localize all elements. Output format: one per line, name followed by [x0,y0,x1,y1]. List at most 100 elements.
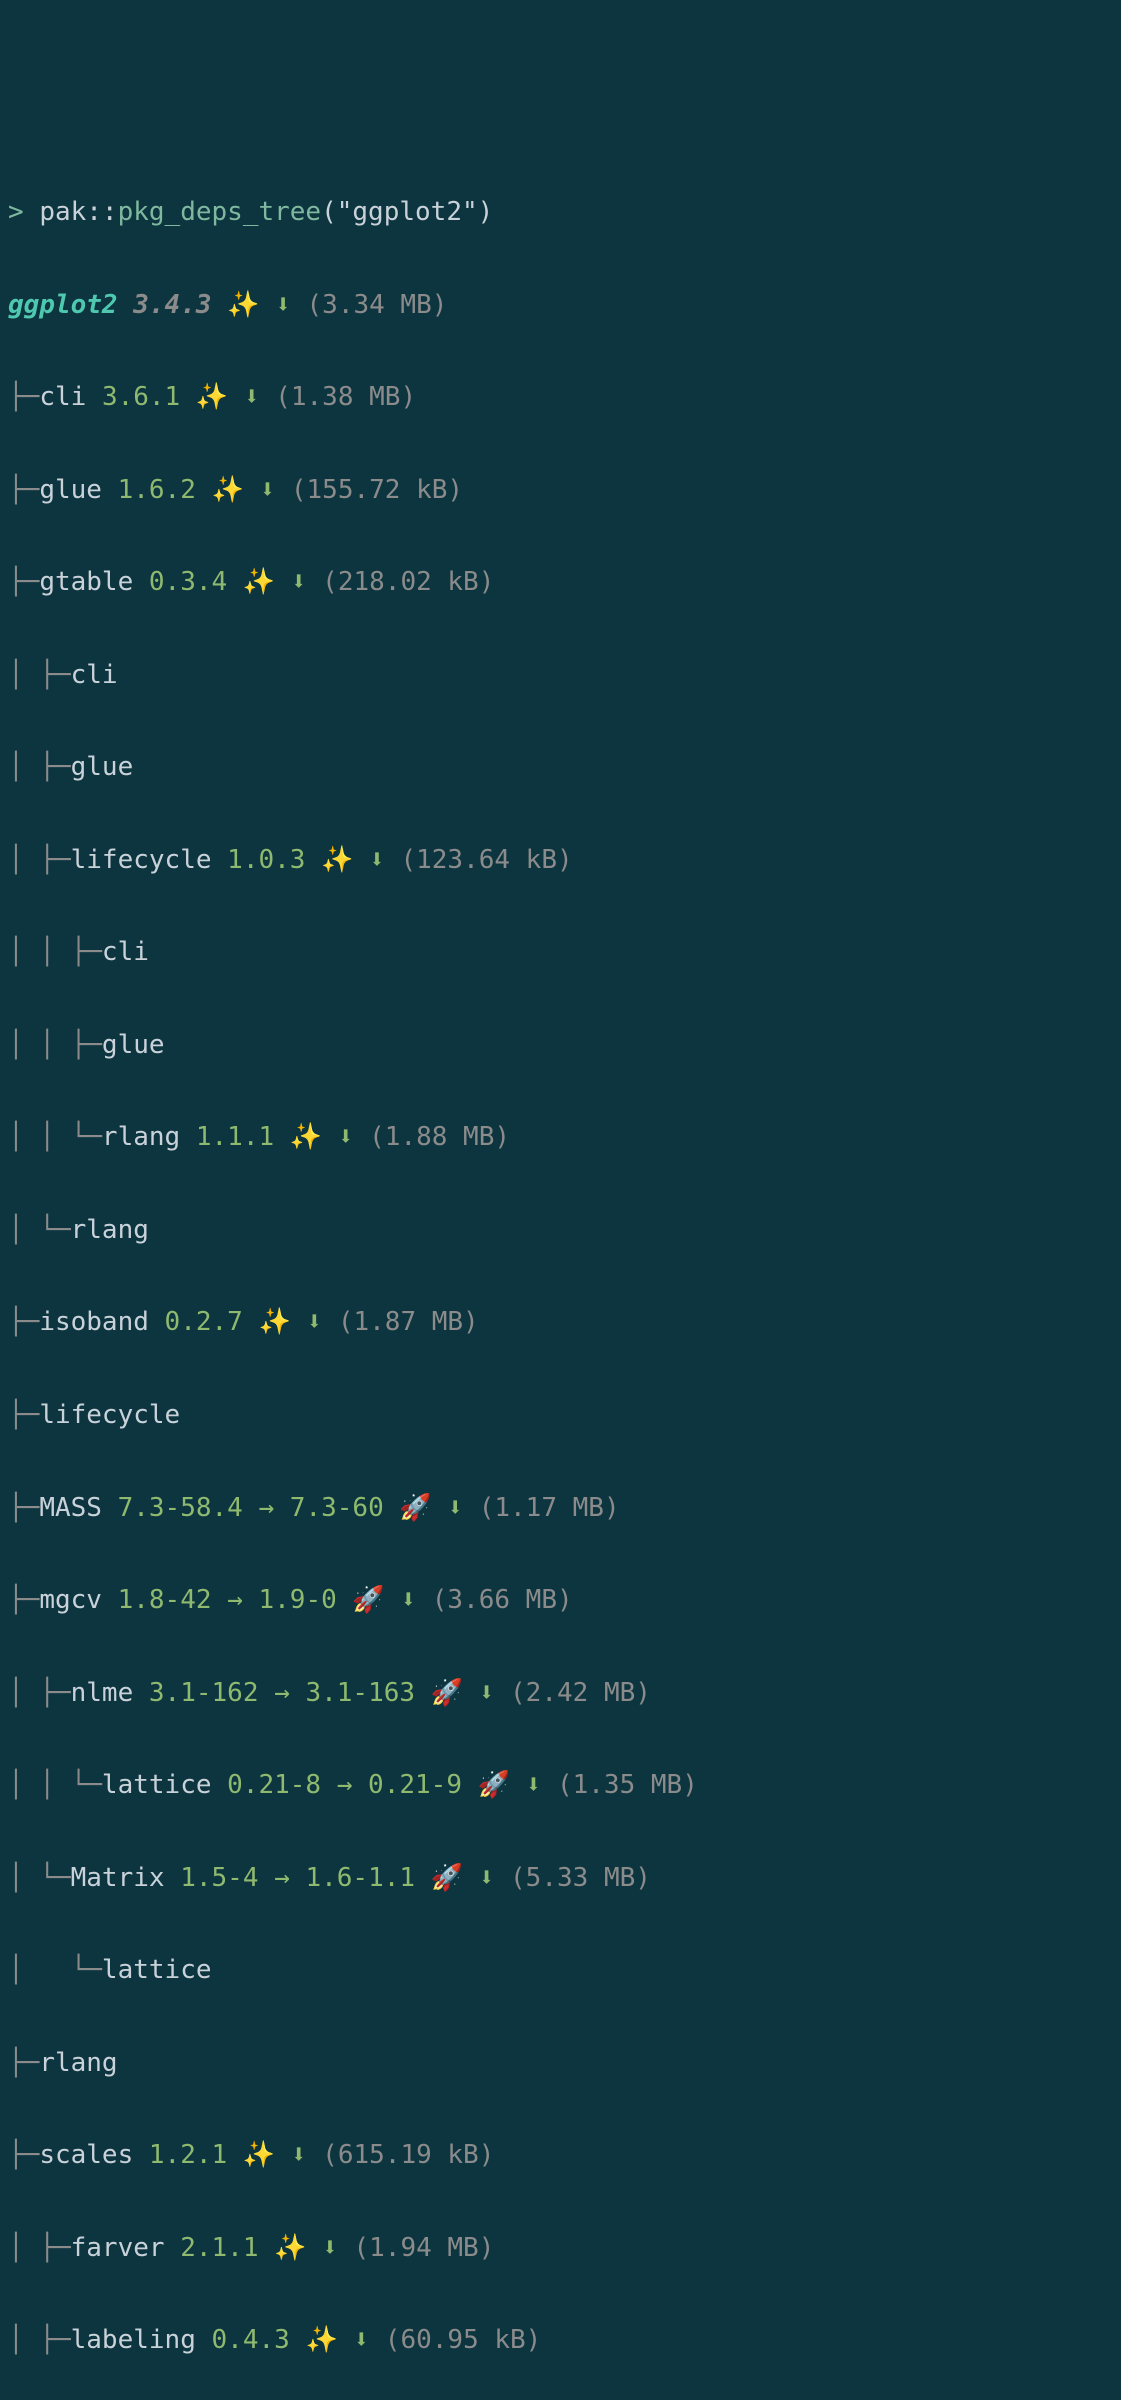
pkg-name: farver [71,2233,165,2263]
pkg-size: (1.88 MB) [369,1122,510,1152]
pkg-version-from: 0.21-8 [227,1770,321,1800]
tree-connector: ├─ [8,567,39,597]
tree-connector: ├─ [8,1493,39,1523]
download-icon: ⬇ [400,1585,416,1615]
download-icon: ⬇ [447,1493,463,1523]
tree-connector: ├─ [8,475,39,505]
sparkle-icon: ✨ [321,845,353,875]
dep-line-lf-rlang: │ │ └─rlang 1.1.1 ✨ ⬇ (1.88 MB) [8,1114,1113,1160]
rocket-icon: 🚀 [478,1770,510,1800]
pkg-version: 2.1.1 [180,2233,258,2263]
pkg-version-to: 1.6-1.1 [305,1863,415,1893]
open-paren: ( [321,197,337,227]
root-pkg-name: ggplot2 [8,290,118,320]
sparkle-icon: ✨ [305,2325,337,2355]
tree-connector: ├─ [8,1400,39,1430]
pkg-version: 1.2.1 [149,2140,227,2170]
dep-line-gtable: ├─gtable 0.3.4 ✨ ⬇ (218.02 kB) [8,559,1113,605]
pkg-name: isoband [39,1307,149,1337]
root-pkg-size: (3.34 MB) [307,290,448,320]
pkg-size: (1.87 MB) [338,1307,479,1337]
pkg-version: 3.6.1 [102,382,180,412]
dep-line-gt-rlang: │ └─rlang [8,1207,1113,1253]
pkg-version-to: 7.3-60 [290,1493,384,1523]
download-icon: ⬇ [244,382,260,412]
arrow-icon: → [227,1585,243,1615]
tree-connector: │ └─ [8,1955,102,1985]
dep-line-farver: │ ├─farver 2.1.1 ✨ ⬇ (1.94 MB) [8,2225,1113,2271]
tree-connector: ├─ [8,2140,39,2170]
tree-connector: ├─ [8,1307,39,1337]
pkg-name: lattice [102,1770,212,1800]
pkg-size: (1.94 MB) [353,2233,494,2263]
tree-connector: │ │ ├─ [8,937,102,967]
pkg-name: nlme [71,1678,134,1708]
dep-line-scales: ├─scales 1.2.1 ✨ ⬇ (615.19 kB) [8,2132,1113,2178]
pkg-version: 0.4.3 [212,2325,290,2355]
pkg-name: lifecycle [71,845,212,875]
download-icon: ⬇ [479,1863,495,1893]
tree-connector: │ └─ [8,1863,71,1893]
pkg-size: (123.64 kB) [400,845,572,875]
tree-connector: │ ├─ [8,660,71,690]
pkg-size: (60.95 kB) [385,2325,542,2355]
download-icon: ⬇ [353,2325,369,2355]
dep-line-mass: ├─MASS 7.3-58.4 → 7.3-60 🚀 ⬇ (1.17 MB) [8,1485,1113,1531]
pkg-name: glue [71,752,134,782]
download-icon: ⬇ [291,2140,307,2170]
rocket-icon: 🚀 [399,1493,431,1523]
sparkle-icon: ✨ [243,2140,275,2170]
sparkle-icon: ✨ [274,2233,306,2263]
sparkle-icon: ✨ [196,382,228,412]
command-line: > pak::pkg_deps_tree("ggplot2") [8,189,1113,235]
dep-line-gt-glue: │ ├─glue [8,744,1113,790]
arrow-icon: → [274,1678,290,1708]
download-icon: ⬇ [369,845,385,875]
tree-connector: │ │ └─ [8,1770,102,1800]
dep-line-gt-cli: │ ├─cli [8,652,1113,698]
tree-connector: │ └─ [8,1215,71,1245]
tree-connector: │ │ └─ [8,1122,102,1152]
pkg-size: (218.02 kB) [322,567,494,597]
download-icon: ⬇ [260,475,276,505]
sparkle-icon: ✨ [212,475,244,505]
prompt-pkg: pak [39,197,86,227]
dep-line-mgcv: ├─mgcv 1.8-42 → 1.9-0 🚀 ⬇ (3.66 MB) [8,1577,1113,1623]
pkg-name: cli [102,937,149,967]
download-icon: ⬇ [338,1122,354,1152]
arrow-icon: → [258,1493,274,1523]
tree-connector: ├─ [8,2048,39,2078]
download-icon: ⬇ [479,1678,495,1708]
sparkle-icon: ✨ [258,1307,290,1337]
sparkle-icon: ✨ [290,1122,322,1152]
dep-line-lattice: │ │ └─lattice 0.21-8 → 0.21-9 🚀 ⬇ (1.35 … [8,1762,1113,1808]
download-icon: ⬇ [322,2233,338,2263]
pkg-version-from: 7.3-58.4 [118,1493,243,1523]
tree-connector: ├─ [8,1585,39,1615]
dep-line-rlang: ├─rlang [8,2040,1113,2086]
pkg-name: gtable [39,567,133,597]
download-icon: ⬇ [291,567,307,597]
pkg-name: glue [102,1030,165,1060]
pkg-name: lifecycle [39,1400,180,1430]
tree-connector: │ ├─ [8,2233,71,2263]
pkg-version-from: 1.5-4 [180,1863,258,1893]
dep-line-glue: ├─glue 1.6.2 ✨ ⬇ (155.72 kB) [8,467,1113,513]
pkg-size: (1.38 MB) [275,382,416,412]
pkg-size: (155.72 kB) [291,475,463,505]
pkg-name: mgcv [39,1585,102,1615]
pkg-name: cli [39,382,86,412]
dep-line-cli: ├─cli 3.6.1 ✨ ⬇ (1.38 MB) [8,374,1113,420]
pkg-version-to: 3.1-163 [305,1678,415,1708]
arrow-icon: → [274,1863,290,1893]
pkg-name: scales [39,2140,133,2170]
pkg-version: 0.2.7 [165,1307,243,1337]
pkg-size: (615.19 kB) [322,2140,494,2170]
download-icon: ⬇ [275,290,291,320]
pkg-version-from: 3.1-162 [149,1678,259,1708]
dep-line-matrix: │ └─Matrix 1.5-4 → 1.6-1.1 🚀 ⬇ (5.33 MB) [8,1855,1113,1901]
dep-line-isoband: ├─isoband 0.2.7 ✨ ⬇ (1.87 MB) [8,1299,1113,1345]
dep-line-nlme: │ ├─nlme 3.1-162 → 3.1-163 🚀 ⬇ (2.42 MB) [8,1670,1113,1716]
rocket-icon: 🚀 [431,1863,463,1893]
pkg-name: lattice [102,1955,212,1985]
